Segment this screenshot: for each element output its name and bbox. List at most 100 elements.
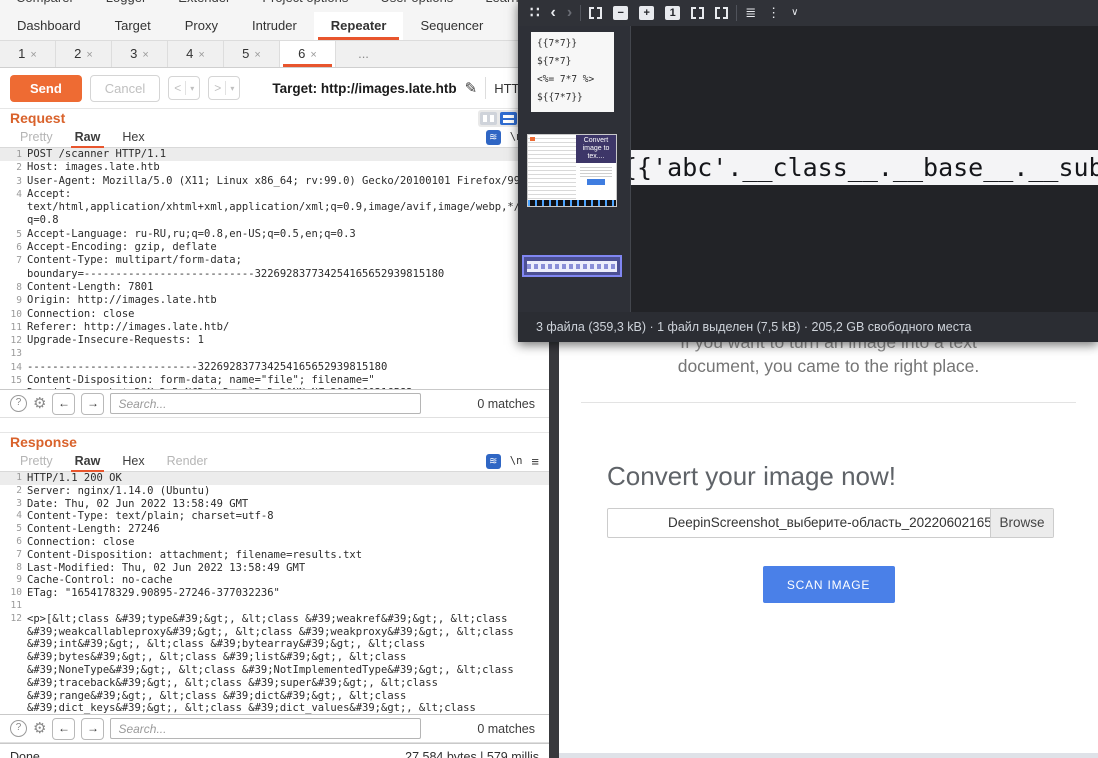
response-search-input[interactable] [110, 718, 421, 739]
prev-match-button[interactable]: ← [52, 393, 75, 415]
help-icon[interactable]: ? [10, 395, 27, 412]
close-tab-icon[interactable]: × [142, 49, 148, 61]
thumb-taskbar [528, 200, 616, 206]
toolbar-separator[interactable] [736, 5, 737, 21]
repeater-tab-4[interactable]: 4× [168, 41, 224, 67]
app-grid-icon[interactable]: ∷ [530, 6, 540, 20]
zoom-in-icon[interactable]: + [639, 6, 654, 20]
repeater-tab-3[interactable]: 3× [112, 41, 168, 67]
top-tab[interactable]: Extender [162, 0, 246, 9]
repeater-tab-6[interactable]: 6× [280, 41, 336, 67]
response-match-count: 0 matches [477, 722, 539, 736]
next-match-button[interactable]: → [81, 393, 104, 415]
close-tab-icon[interactable]: × [310, 49, 316, 61]
request-line: 10Connection: close [0, 308, 549, 321]
request-view-tabs: PrettyRawHex ≋ \n ≡ [0, 127, 549, 147]
tab-repeater[interactable]: Repeater [314, 12, 404, 40]
tagline-line1: If you want to turn an image into a text [559, 342, 1098, 354]
top-tab[interactable]: Comparer [0, 0, 90, 9]
back-icon[interactable]: ‹ [551, 7, 556, 19]
tab-sequencer[interactable]: Sequencer [403, 12, 500, 40]
response-line: 5Content-Length: 27246 [0, 523, 549, 536]
editor-menu-icon[interactable]: ≡ [531, 454, 539, 469]
toolbar-separator[interactable] [580, 5, 581, 21]
help-icon[interactable]: ? [10, 720, 27, 737]
viewer-status-text: 3 файла (359,3 kB) · 1 файл выделен (7,5… [536, 320, 972, 334]
expand-icon[interactable]: ∨ [791, 6, 798, 20]
close-tab-icon[interactable]: × [254, 49, 260, 61]
response-tab-hex[interactable]: Hex [112, 452, 154, 471]
response-line: 4Content-Type: text/plain; charset=utf-8 [0, 510, 549, 523]
request-tab-hex[interactable]: Hex [112, 128, 154, 147]
gear-icon[interactable]: ⚙ [33, 396, 46, 411]
repeater-tab-1[interactable]: 1× [0, 41, 56, 67]
scan-image-button[interactable]: SCAN IMAGE [763, 566, 895, 603]
response-search-bar: ? ⚙ ← → 0 matches [0, 714, 549, 743]
send-button[interactable]: Send [10, 75, 82, 102]
burp-main-tab-row: DashboardTargetProxyIntruderRepeaterSequ… [0, 12, 549, 41]
next-match-button[interactable]: → [81, 718, 104, 740]
close-tab-icon[interactable]: × [30, 49, 36, 61]
request-search-input[interactable] [110, 393, 421, 414]
top-tab[interactable]: User options [364, 0, 469, 9]
tab-proxy[interactable]: Proxy [168, 12, 235, 40]
desktop: ComparerLoggerExtenderProject optionsUse… [0, 0, 1098, 758]
response-tab-raw[interactable]: Raw [65, 452, 111, 471]
fit-width-icon[interactable] [715, 7, 728, 19]
thumbnail-ssti-payloads[interactable]: {{7*7}} ${7*7} <%= 7*7 %> ${{7*7}} [531, 32, 614, 112]
caret-down-icon[interactable]: ▾ [190, 84, 194, 93]
response-tab-render[interactable]: Render [157, 452, 218, 471]
forward-icon[interactable]: › [567, 7, 572, 19]
response-line: 7Content-Disposition: attachment; filena… [0, 549, 549, 562]
repeater-tab-2[interactable]: 2× [56, 41, 112, 67]
cancel-button[interactable]: Cancel [90, 75, 160, 102]
image-strip: {{'abc'.__class__.__base__.__subclasses_… [631, 150, 1098, 185]
top-tab[interactable]: Project options [246, 0, 364, 9]
request-line: 5Accept-Language: ru-RU,ru;q=0.8,en-US;q… [0, 228, 549, 241]
status-done: Done [10, 750, 40, 758]
caret-down-icon[interactable]: ▾ [230, 84, 234, 93]
fit-window-icon[interactable] [691, 7, 704, 19]
tab-target[interactable]: Target [98, 12, 168, 40]
top-tab[interactable]: Logger [90, 0, 162, 9]
file-upload-control[interactable]: DeepinScreenshot_выберите-область_202206… [607, 508, 1054, 538]
fullscreen-icon[interactable] [589, 7, 602, 19]
request-line: 6Accept-Encoding: gzip, deflate [0, 241, 549, 254]
close-tab-icon[interactable]: × [198, 49, 204, 61]
request-line: 14---------------------------32269283773… [0, 361, 549, 374]
request-tab-raw[interactable]: Raw [65, 128, 111, 147]
prev-match-button[interactable]: ← [52, 718, 75, 740]
thumb-text-lines [580, 165, 612, 177]
response-editor[interactable]: 1HTTP/1.1 200 OK2Server: nginx/1.14.0 (U… [0, 471, 549, 714]
layout-columns-button[interactable] [480, 112, 497, 125]
response-line: 9Cache-Control: no-cache [0, 574, 549, 587]
repeater-tab-5[interactable]: 5× [224, 41, 280, 67]
request-line: 13 [0, 347, 549, 360]
response-line: &#39;NoneType&#39;&gt;, &lt;class &#39;N… [0, 664, 549, 677]
section-gap [0, 418, 549, 432]
edit-target-icon[interactable]: ✎ [465, 79, 478, 97]
zoom-out-icon[interactable]: − [613, 6, 628, 20]
pretty-print-icon[interactable]: ≋ [486, 454, 501, 469]
actual-size-icon[interactable]: 1 [665, 6, 680, 20]
thumbnail-list-icon[interactable]: ≣ [745, 6, 756, 20]
browse-button[interactable]: Browse [990, 509, 1053, 537]
response-line: &#39;int&#39;&gt;, &lt;class &#39;bytear… [0, 638, 549, 651]
layout-rows-button[interactable] [500, 112, 517, 125]
history-back-button[interactable]: <▾ [168, 76, 200, 100]
gear-icon[interactable]: ⚙ [33, 721, 46, 736]
history-forward-button[interactable]: >▾ [208, 76, 240, 100]
thumbnail-selected-payload[interactable] [522, 255, 622, 277]
request-tab-pretty[interactable]: Pretty [10, 128, 63, 147]
more-menu-icon[interactable]: ⋮ [767, 6, 780, 20]
request-editor[interactable]: 1POST /scanner HTTP/1.12Host: images.lat… [0, 147, 549, 389]
response-tab-pretty[interactable]: Pretty [10, 452, 63, 471]
show-newlines-icon[interactable]: \n [510, 455, 523, 467]
request-line: 4Accept: [0, 188, 549, 201]
close-tab-icon[interactable]: × [86, 49, 92, 61]
tab-intruder[interactable]: Intruder [235, 12, 314, 40]
thumbnail-site-screenshot[interactable]: Convert image to tex.... [527, 134, 617, 207]
repeater-tab-more[interactable]: ...× [336, 41, 391, 67]
tab-dashboard[interactable]: Dashboard [0, 12, 98, 40]
pretty-print-icon[interactable]: ≋ [486, 130, 501, 145]
